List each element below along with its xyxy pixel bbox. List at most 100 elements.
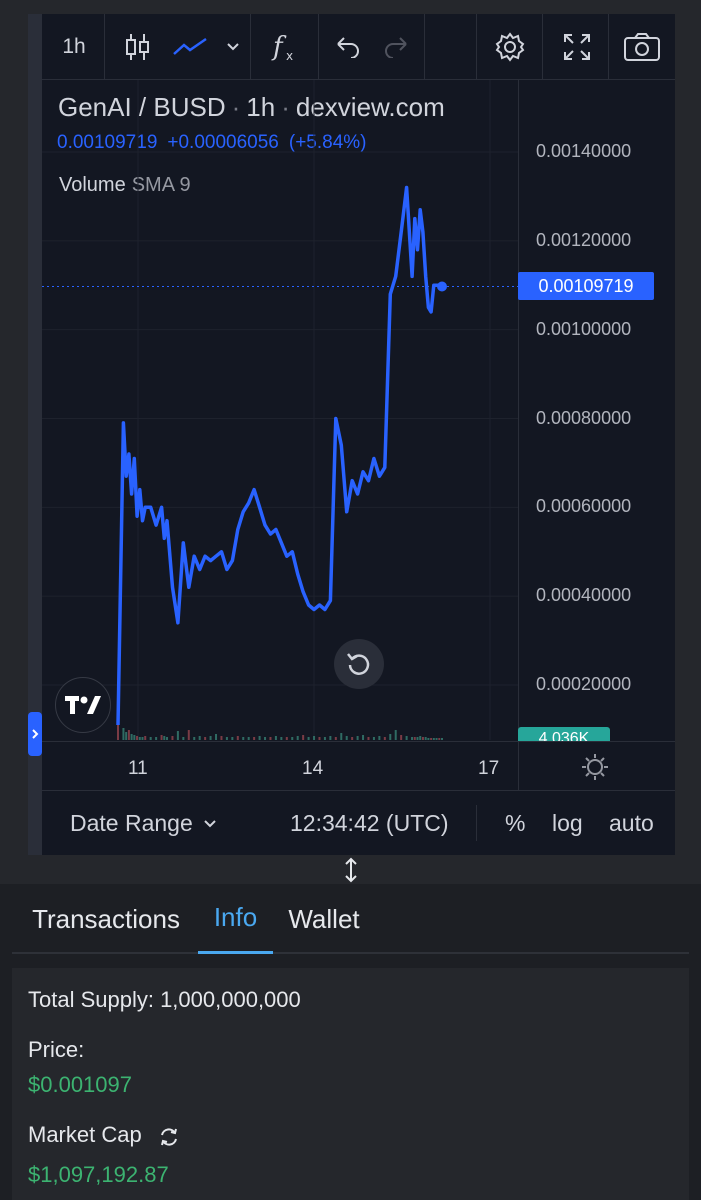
y-tick-label: 0.00140000 — [536, 141, 632, 161]
chart-toolbar: 1h fx — [42, 14, 675, 80]
toolbar-divider — [104, 14, 105, 80]
current-price-label: 0.00109719 — [518, 272, 654, 300]
volume-bar — [247, 737, 250, 740]
volume-bar — [435, 738, 438, 740]
interval-button[interactable]: 1h — [50, 14, 98, 80]
volume-bar — [204, 737, 207, 740]
volume-bar — [253, 737, 256, 740]
volume-bar — [274, 736, 277, 740]
camera-icon[interactable] — [616, 14, 668, 80]
volume-bar — [400, 735, 403, 740]
market-cap-text: Market Cap — [28, 1122, 142, 1147]
y-tick-label: 0.00100000 — [536, 318, 632, 339]
refresh-icon[interactable] — [158, 1126, 180, 1148]
price-chart[interactable] — [42, 80, 518, 740]
price-label: Price: — [28, 1037, 85, 1062]
volume-bar — [155, 737, 158, 740]
market-cap-label: Market Cap — [28, 1122, 142, 1148]
volume-bar — [419, 736, 422, 740]
volume-bar — [302, 735, 305, 740]
x-tick-label: 11 — [128, 758, 148, 779]
volume-bar — [193, 737, 196, 740]
sidebar-expand-handle[interactable] — [28, 712, 42, 756]
volume-bar — [441, 738, 443, 740]
chart-grid — [42, 80, 518, 740]
volume-bar — [258, 736, 261, 740]
gear-icon[interactable] — [486, 14, 534, 80]
volume-bar — [231, 737, 234, 740]
reset-chart-button[interactable] — [334, 639, 384, 689]
price-series-line — [116, 185, 443, 726]
volume-bar — [340, 733, 343, 740]
market-cap-value: $1,097,192.87 — [28, 1162, 169, 1187]
candles-icon[interactable] — [116, 14, 160, 80]
toolbar-divider — [608, 14, 609, 80]
volume-bar — [351, 737, 354, 740]
volume-bar — [421, 737, 424, 740]
volume-bar — [133, 735, 136, 740]
svg-text:x: x — [286, 49, 293, 63]
volume-bar — [394, 730, 397, 740]
percent-toggle[interactable]: % — [505, 792, 525, 855]
y-tick-label: 0.00120000 — [536, 229, 632, 250]
tab-wallet[interactable]: Wallet — [280, 884, 368, 954]
volume-bar — [176, 731, 179, 740]
toolbar-divider — [250, 14, 251, 80]
volume-bar — [430, 738, 433, 740]
volume-bar — [242, 737, 245, 740]
volume-bar — [438, 738, 441, 740]
volume-bar — [198, 736, 201, 740]
y-tick-label: 0.00060000 — [536, 496, 632, 517]
undo-icon[interactable] — [328, 14, 368, 80]
volume-bar — [160, 735, 163, 740]
volume-bar — [345, 736, 348, 740]
date-range-dropdown[interactable]: Date Range — [70, 792, 217, 855]
volume-bar — [144, 736, 147, 740]
volume-bar — [432, 738, 435, 740]
volume-bar — [329, 736, 332, 740]
tab-info[interactable]: Info — [198, 884, 273, 954]
x-tick-label: 17 — [478, 758, 500, 779]
volume-bars — [117, 718, 443, 740]
volume-bar — [356, 736, 359, 740]
toolbar-divider — [542, 14, 543, 80]
volume-bar — [122, 728, 125, 740]
axis-settings-icon[interactable] — [580, 752, 610, 782]
toolbar-divider — [318, 14, 319, 80]
volume-bar — [285, 737, 288, 740]
volume-bar — [372, 737, 375, 740]
axis-divider — [518, 741, 519, 791]
volume-bar — [209, 736, 212, 740]
tradingview-logo[interactable] — [55, 677, 111, 733]
volume-bar — [149, 737, 152, 740]
chevron-down-icon[interactable] — [220, 14, 246, 80]
volume-bar — [313, 736, 316, 740]
volume-bar — [182, 737, 185, 740]
volume-bar — [264, 737, 267, 740]
price-value: $0.001097 — [28, 1072, 132, 1097]
volume-bar — [307, 737, 310, 740]
auto-toggle[interactable]: auto — [609, 792, 654, 855]
volume-bar — [427, 738, 430, 740]
volume-bar — [187, 730, 190, 740]
volume-bar — [171, 736, 174, 740]
log-toggle[interactable]: log — [552, 792, 583, 855]
volume-bar — [225, 737, 228, 740]
volume-bar — [424, 737, 427, 740]
utc-clock[interactable]: 12:34:42 (UTC) — [290, 792, 449, 855]
fullscreen-icon[interactable] — [552, 14, 602, 80]
y-tick-label: 0.00020000 — [536, 674, 632, 694]
volume-bar — [334, 737, 337, 740]
volume-bar — [389, 734, 392, 740]
line-chart-icon[interactable] — [166, 14, 214, 80]
chevron-down-icon — [204, 819, 216, 827]
date-range-label: Date Range — [70, 810, 193, 836]
function-icon[interactable]: fx — [258, 14, 312, 80]
tab-transactions[interactable]: Transactions — [22, 884, 190, 954]
volume-bar — [220, 736, 223, 740]
volume-bar — [166, 737, 169, 740]
redo-icon[interactable] — [376, 14, 416, 80]
volume-bar — [130, 734, 133, 740]
resize-handle-icon[interactable] — [340, 856, 362, 884]
volume-badge: 4.036K — [518, 727, 610, 741]
